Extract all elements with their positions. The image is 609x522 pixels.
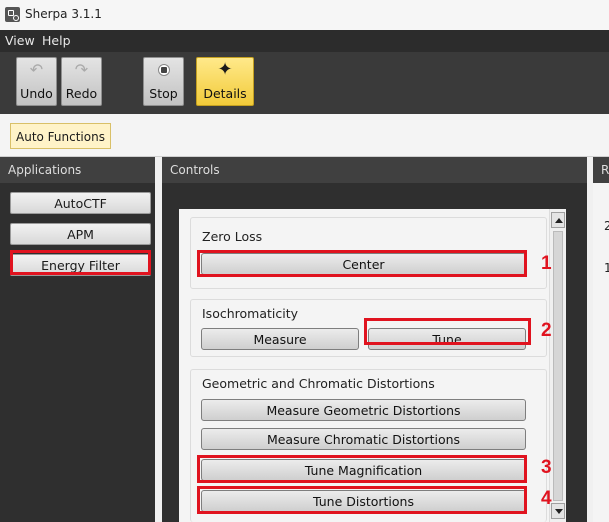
distortions-title: Geometric and Chromatic Distortions: [202, 376, 435, 391]
details-button[interactable]: ✦ Details: [196, 57, 254, 106]
annotation-number: 3: [541, 457, 552, 478]
right-panel: R 2 1: [593, 157, 609, 522]
applications-header: Applications: [0, 157, 155, 183]
measure-geometric-distortions-button[interactable]: Measure Geometric Distortions: [201, 399, 526, 421]
undo-icon: ↶: [29, 60, 44, 79]
annotation-number: 2: [541, 320, 552, 341]
isochromaticity-title: Isochromaticity: [202, 306, 299, 321]
tune-distortions-button[interactable]: Tune Distortions: [201, 490, 526, 512]
toolbar: ↶ Undo ↷ Redo Stop ✦ Details: [0, 52, 609, 115]
app-autoctf-button[interactable]: AutoCTF: [10, 192, 151, 214]
right-panel-header: R: [593, 157, 609, 183]
details-star-icon: ✦: [217, 59, 233, 80]
scroll-down-arrow-icon[interactable]: [551, 503, 565, 519]
menu-help[interactable]: Help: [42, 33, 71, 48]
menu-view[interactable]: View: [5, 33, 35, 48]
tab-auto-functions[interactable]: Auto Functions: [10, 123, 111, 149]
app-apm-button[interactable]: APM: [10, 223, 151, 245]
undo-label: Undo: [20, 86, 53, 101]
scroll-up-arrow-icon[interactable]: [551, 212, 565, 228]
details-label: Details: [203, 86, 247, 101]
tune-button[interactable]: Tune: [368, 328, 526, 350]
controls-panel: Controls Zero Loss Center Isochromaticit…: [162, 157, 587, 522]
redo-icon: ↷: [74, 60, 89, 79]
function-strip: Auto Functions: [0, 114, 609, 157]
tune-magnification-button[interactable]: Tune Magnification: [201, 459, 526, 481]
stop-icon: [157, 64, 170, 76]
applications-panel: Applications AutoCTF APM Energy Filter: [0, 157, 155, 522]
stop-label: Stop: [149, 86, 178, 101]
right-panel-value: 2: [604, 219, 609, 233]
app-energy-filter-button[interactable]: Energy Filter: [10, 254, 151, 276]
right-panel-value: 1: [604, 261, 609, 275]
scroll-thumb[interactable]: [553, 231, 563, 501]
redo-label: Redo: [65, 86, 98, 101]
undo-button[interactable]: ↶ Undo: [16, 57, 57, 106]
annotation-number: 4: [541, 488, 552, 509]
zero-loss-title: Zero Loss: [202, 229, 263, 244]
redo-button[interactable]: ↷ Redo: [61, 57, 102, 106]
sherpa-app-icon: [5, 7, 20, 22]
controls-scroll-area: Zero Loss Center Isochromaticity Measure…: [179, 209, 566, 522]
measure-chromatic-distortions-button[interactable]: Measure Chromatic Distortions: [201, 428, 526, 450]
app-title: Sherpa 3.1.1: [25, 7, 102, 21]
annotation-number: 1: [541, 253, 552, 274]
title-bar: Sherpa 3.1.1: [0, 0, 609, 30]
measure-button[interactable]: Measure: [201, 328, 359, 350]
stop-button[interactable]: Stop: [143, 57, 184, 106]
center-button[interactable]: Center: [201, 253, 526, 275]
menu-bar: View Help: [0, 30, 609, 52]
controls-header: Controls: [162, 157, 587, 183]
